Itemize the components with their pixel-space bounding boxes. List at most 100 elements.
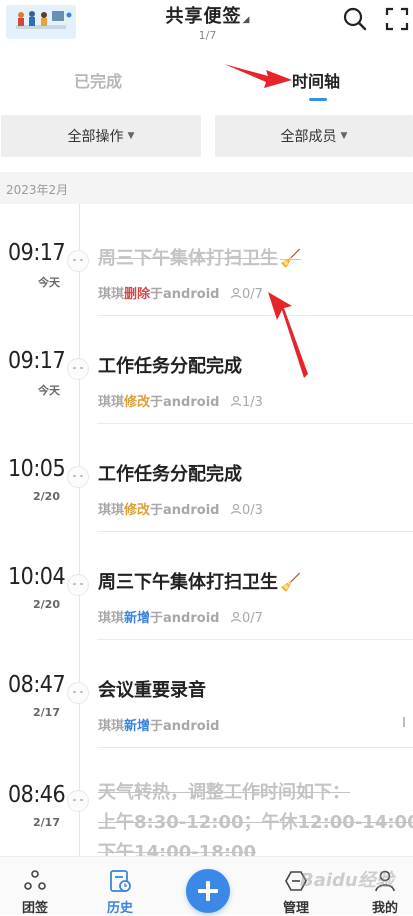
entry-title-line: 下午14:00-18:00 [98,842,257,856]
nav-team[interactable]: 团签 [0,857,70,916]
entry-title: 会议重要录音 [98,680,206,701]
member-count-text: 1/3 [242,395,263,410]
nav-label: 团签 [21,901,48,916]
tab-timeline[interactable]: 时间轴 [292,68,340,92]
person-icon [230,503,242,515]
timeline-entry[interactable]: 10:04 2/20 周三下午集体打扫卫生 🧹 琪琪新增于android 0/7 [0,532,413,640]
entry-member-count: 0/7 [230,287,263,302]
nav-manage[interactable]: 管理 [261,857,331,916]
audio-indicator-icon [403,717,405,727]
entry-time: 08:46 [8,782,66,808]
all-actions-label: 全部操作 [67,129,124,145]
entry-time: 08:47 [8,672,66,698]
avatar [67,466,89,488]
entry-user: 琪琪 [98,395,125,410]
entry-date: 2/17 [33,706,60,719]
history-icon [110,870,131,892]
chevron-down-icon: ▼ [340,131,348,141]
entry-time: 10:05 [8,456,66,482]
nav-profile[interactable]: 我的 [350,857,413,916]
timeline-entry[interactable]: 09:17 今天 周三下午集体打扫卫生 🧹 琪琪删除于android 0/7 [0,208,413,316]
avatar [67,574,89,596]
entry-title-text: 周三下午集体打扫卫生 [98,572,278,593]
search-icon[interactable] [342,6,368,32]
entry-user: 琪琪 [98,719,125,734]
entry-action: 新增 [124,611,151,626]
entry-title: 周三下午集体打扫卫生 🧹 [98,568,301,594]
entry-time: 10:04 [8,564,66,590]
timeline-entry[interactable]: 08:46 2/17 天气转热，调整工作时间如下： 上午8:30-12:00；午… [0,752,413,856]
entry-member-count: 1/3 [230,395,263,410]
entry-date: 今天 [38,276,60,289]
entry-time: 09:17 [8,240,66,266]
entry-member-count: 0/7 [230,611,263,626]
entry-date: 2/17 [33,816,60,829]
chevron-down-icon: ▼ [127,131,135,141]
entry-user: 琪琪 [98,287,125,302]
entry-date: 2/20 [33,490,60,503]
person-icon [230,395,242,407]
tab-completed[interactable]: 已完成 [74,68,122,92]
entry-meta: 琪琪新增于android [98,715,219,734]
month-header: 2023年2月 [0,172,413,204]
all-actions-filter[interactable]: 全部操作 ▼ [1,115,201,157]
avatar [67,358,89,380]
header: 共享便签◢ 1/7 [0,0,413,44]
entry-member-count: 0/3 [230,503,263,518]
entry-date: 今天 [38,384,60,397]
entry-user: 琪琪 [98,611,125,626]
entry-title: 工作任务分配完成 [98,356,242,377]
entry-title: 天气转热，调整工作时间如下： 上午8:30-12:00；午休12:00-14:0… [98,778,413,856]
title-dropdown-icon[interactable]: ◢ [243,15,250,25]
entry-action: 修改 [124,395,151,410]
avatar [67,250,89,272]
person-icon [230,611,242,623]
avatar [67,682,89,704]
timeline-entry[interactable]: 09:17 今天 工作任务分配完成 琪琪修改于android 1/3 [0,316,413,424]
page-indicator: 1/7 [198,29,217,42]
entry-action: 删除 [124,287,151,302]
entry-action: 修改 [124,503,151,518]
timeline-entry[interactable]: 08:47 2/17 会议重要录音 琪琪新增于android [0,640,413,748]
divider [97,747,413,748]
entry-platform: 于android [150,503,220,518]
entry-date: 2/20 [33,598,60,611]
entry-meta: 琪琪修改于android 1/3 [98,391,263,410]
add-icon[interactable] [186,869,230,913]
fullscreen-icon[interactable] [384,6,410,32]
team-icon [24,870,46,890]
entry-title: 工作任务分配完成 [98,464,242,485]
broom-icon: 🧹 [280,249,302,269]
entry-time: 09:17 [8,348,66,374]
entry-user: 琪琪 [98,503,125,518]
note-thumbnail[interactable] [6,5,76,39]
nav-label: 管理 [282,901,309,916]
person-icon [230,287,242,299]
nav-label: 历史 [106,901,133,916]
entry-title-line: 天气转热，调整工作时间如下： [98,782,350,803]
all-members-filter[interactable]: 全部成员 ▼ [215,115,413,157]
entry-platform: 于android [150,287,220,302]
tab-bar: 已完成 时间轴 [0,62,413,106]
entry-meta: 琪琪新增于android 0/7 [98,607,263,626]
entry-meta: 琪琪修改于android 0/3 [98,499,263,518]
nav-label: 我的 [371,901,398,916]
member-count-text: 0/7 [242,611,263,626]
entry-title-text: 周三下午集体打扫卫生 [98,248,278,269]
entry-title: 周三下午集体打扫卫生 🧹 [98,244,301,270]
entry-platform: 于android [150,611,220,626]
member-count-text: 0/7 [242,287,263,302]
entry-platform: 于android [150,395,220,410]
page-title[interactable]: 共享便签 [166,6,242,27]
broom-icon: 🧹 [280,573,302,593]
entry-action: 新增 [124,719,151,734]
entry-platform: 于android [150,719,220,734]
member-count-text: 0/3 [242,503,263,518]
avatar [67,790,89,812]
timeline-entry[interactable]: 10:05 2/20 工作任务分配完成 琪琪修改于android 0/3 [0,424,413,532]
manage-icon [285,871,307,891]
nav-history[interactable]: 历史 [85,857,155,916]
entry-meta: 琪琪删除于android 0/7 [98,283,263,302]
entry-title-line: 上午8:30-12:00；午休12:00-14:00； [98,812,413,833]
all-members-label: 全部成员 [280,129,337,145]
